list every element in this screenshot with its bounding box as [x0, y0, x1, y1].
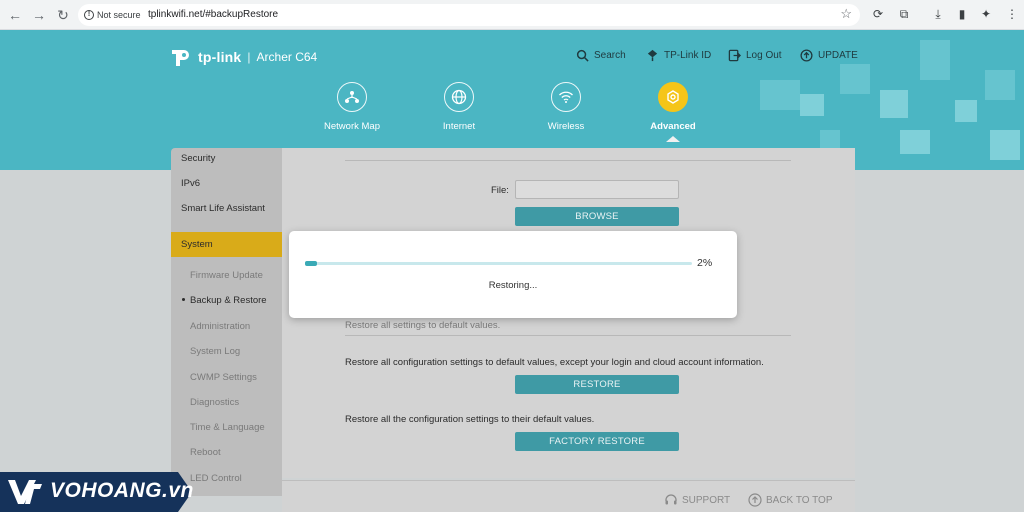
- headset-icon: [665, 494, 677, 505]
- sidebar-sub-time-language[interactable]: Time & Language: [190, 422, 265, 433]
- id-icon: [647, 49, 658, 62]
- tplink-id-label: TP-Link ID: [664, 50, 712, 61]
- browse-button[interactable]: BROWSE: [515, 207, 679, 226]
- section-divider-top: [345, 160, 791, 161]
- progress-percent: 2%: [697, 257, 713, 269]
- support-link[interactable]: SUPPORT: [664, 493, 730, 507]
- search-label: Search: [594, 50, 626, 61]
- brand-name: tp-link: [198, 49, 242, 65]
- sidebar-item-smart-life[interactable]: Smart Life Assistant: [181, 203, 276, 214]
- security-label: Not secure: [97, 10, 141, 20]
- nav-internet-label: Internet: [442, 121, 476, 132]
- brand-separator: |: [247, 50, 251, 64]
- nav-advanced-label: Advanced: [650, 121, 696, 132]
- sidebar-sub-system-log[interactable]: System Log: [190, 346, 240, 357]
- progress-message: Restoring...: [488, 280, 538, 291]
- extensions-icon[interactable]: ⧉: [896, 6, 912, 22]
- browser-toolbar: ← → ↻ ! Not secure tplinkwifi.net/#backu…: [0, 0, 1024, 30]
- sidebar-item-system-label: System: [181, 239, 213, 250]
- section-divider-mid: [345, 335, 791, 336]
- back-to-top-link[interactable]: BACK TO TOP: [748, 493, 833, 507]
- menu-icon[interactable]: ⋮: [1004, 6, 1020, 22]
- sidebar-item-security[interactable]: Security: [181, 153, 276, 164]
- forward-icon[interactable]: →: [30, 6, 48, 24]
- sidebar: Security IPv6 Smart Life Assistant Syste…: [171, 148, 282, 496]
- sidebar-item-ipv6[interactable]: IPv6: [181, 178, 276, 189]
- restore-description: Restore all configuration settings to de…: [345, 357, 764, 368]
- nav-active-caret: [666, 136, 680, 142]
- sidebar-sub-led-control[interactable]: LED Control: [190, 473, 242, 484]
- back-to-top-label: BACK TO TOP: [766, 494, 833, 506]
- gear-icon: [658, 82, 688, 112]
- url-text[interactable]: tplinkwifi.net/#backupRestore: [148, 7, 278, 23]
- update-link[interactable]: UPDATE: [800, 49, 858, 62]
- sidebar-sub-diagnostics[interactable]: Diagnostics: [190, 397, 239, 408]
- logout-icon: [728, 49, 741, 62]
- tplink-logo[interactable]: tp-link | Archer C64: [170, 46, 317, 68]
- download-icon[interactable]: ⤓: [930, 6, 946, 22]
- sidebar-sub-firmware[interactable]: Firmware Update: [190, 270, 263, 281]
- update-icon: [800, 49, 813, 62]
- sync-icon[interactable]: ⟳: [870, 6, 886, 22]
- sidebar-sub-reboot[interactable]: Reboot: [190, 447, 221, 458]
- support-label: SUPPORT: [682, 494, 731, 506]
- progress-bar-fill: [305, 261, 317, 266]
- sidebar-sub-cwmp[interactable]: CWMP Settings: [190, 372, 257, 383]
- nav-wireless[interactable]: Wireless: [521, 82, 611, 132]
- search-link[interactable]: Search: [576, 49, 626, 62]
- reload-icon[interactable]: ↻: [54, 6, 72, 24]
- restore-progress-dialog: 2% Restoring...: [289, 231, 737, 318]
- search-icon: [576, 49, 589, 62]
- nav-wireless-label: Wireless: [547, 121, 585, 132]
- factory-default-note: Restore all settings to default values.: [345, 320, 501, 331]
- watermark-text: VOHOANG.vn: [50, 479, 194, 502]
- current-bullet: [182, 298, 185, 301]
- nav-network-map-label: Network Map: [324, 121, 380, 132]
- sidebar-item-system[interactable]: System: [171, 232, 282, 257]
- logout-label: Log Out: [746, 50, 782, 61]
- back-icon[interactable]: ←: [6, 6, 24, 24]
- address-bar[interactable]: ! Not secure tplinkwifi.net/#backupResto…: [78, 4, 860, 26]
- tplink-id-link[interactable]: TP-Link ID: [646, 49, 711, 62]
- warning-icon: !: [84, 10, 94, 20]
- tplink-logo-icon: [172, 50, 189, 66]
- globe-icon: [444, 82, 474, 112]
- bookmark-star-icon[interactable]: ☆: [840, 6, 852, 22]
- network-map-icon: [337, 82, 367, 112]
- factory-restore-description: Restore all the configuration settings t…: [345, 414, 595, 425]
- logout-link[interactable]: Log Out: [728, 49, 782, 62]
- file-label: File:: [491, 185, 509, 196]
- sidebar-sub-administration[interactable]: Administration: [190, 321, 250, 332]
- update-label: UPDATE: [818, 50, 858, 61]
- sidebar-sub-backup-restore[interactable]: Backup & Restore: [190, 295, 267, 306]
- restore-button[interactable]: RESTORE: [515, 375, 679, 394]
- nav-advanced[interactable]: Advanced: [628, 82, 718, 132]
- nav-network-map[interactable]: Network Map: [307, 82, 397, 132]
- file-input[interactable]: [515, 180, 679, 199]
- progress-bar: [305, 261, 692, 266]
- arrow-up-circle-icon: [748, 493, 762, 507]
- wifi-icon: [551, 82, 581, 112]
- model-name: Archer C64: [256, 50, 318, 64]
- factory-restore-button[interactable]: FACTORY RESTORE: [515, 432, 679, 451]
- nav-internet[interactable]: Internet: [414, 82, 504, 132]
- security-chip[interactable]: ! Not secure: [84, 7, 141, 23]
- vohoang-logo-icon: [8, 480, 42, 504]
- sidepanel-icon[interactable]: ▮: [954, 6, 970, 22]
- profile-avatar-icon[interactable]: ✦: [978, 6, 994, 22]
